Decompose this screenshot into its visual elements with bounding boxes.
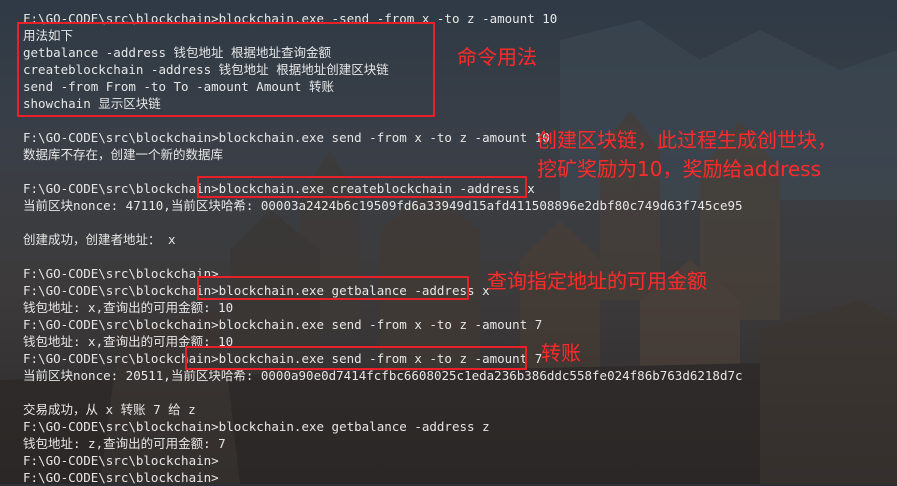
transfer-annotation: 转账 — [541, 341, 581, 365]
create-annotation-line1: 创建区块链，此过程生成创世块， — [537, 128, 837, 152]
getbalance-highlight-box — [197, 276, 469, 300]
create-annotation-line2: 挖矿奖励为10，奖励给address — [537, 157, 822, 181]
terminal-line: F:\GO-CODE\src\blockchain>blockchain.exe… — [23, 130, 550, 145]
terminal-line: F:\GO-CODE\src\blockchain> — [23, 266, 219, 281]
terminal-line: 钱包地址: z,查询出的可用金额: 7 — [23, 436, 226, 451]
terminal-line: 当前区块nonce: 47110,当前区块哈希: 00003a2424b6c19… — [23, 198, 743, 213]
usage-annotation: 命令用法 — [457, 45, 537, 69]
terminal-line: F:\GO-CODE\src\blockchain> — [23, 453, 219, 468]
terminal-line: 钱包地址: x,查询出的可用金额: 10 — [23, 300, 234, 315]
terminal-line: F:\GO-CODE\src\blockchain>blockchain.exe… — [23, 419, 490, 434]
terminal-line: 数据库不存在，创建一个新的数据库 — [23, 147, 224, 162]
terminal-line: 创建成功，创建者地址： x — [23, 232, 176, 247]
createblockchain-highlight-box — [197, 176, 527, 198]
terminal-line: F:\GO-CODE\src\blockchain> — [23, 470, 219, 485]
terminal-line: 交易成功，从 x 转账 7 给 z — [23, 402, 196, 417]
balance-annotation: 查询指定地址的可用金额 — [487, 269, 707, 293]
send-highlight-box — [185, 346, 527, 370]
usage-highlight-box — [17, 22, 435, 117]
terminal-line: F:\GO-CODE\src\blockchain>blockchain.exe… — [23, 317, 543, 332]
